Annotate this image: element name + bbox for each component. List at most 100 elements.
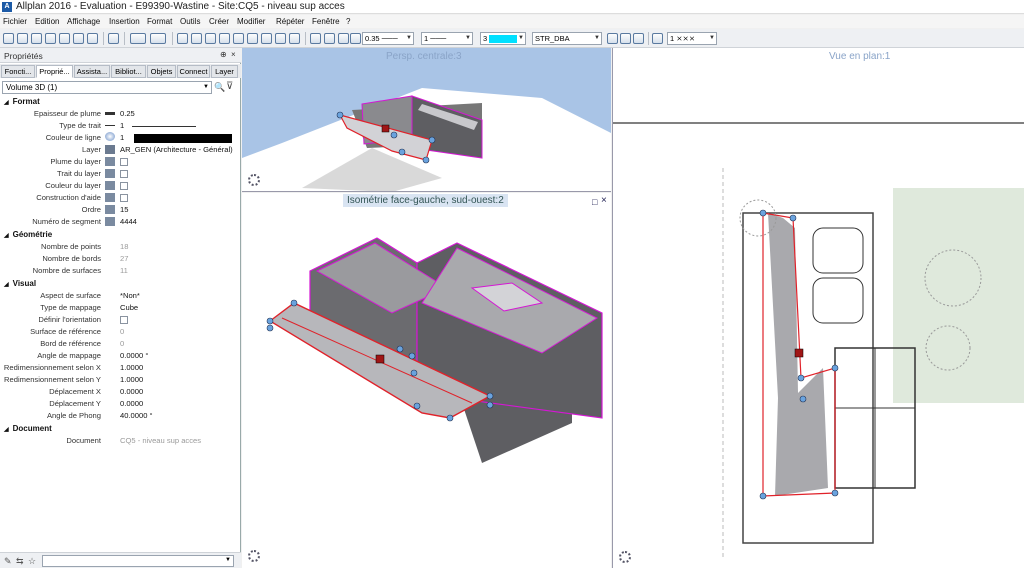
prop-value[interactable]: 0.0000 [120,387,143,396]
prop-value[interactable]: 1 [120,121,197,130]
prop-value[interactable]: 40.0000 ° [120,411,153,420]
layer-settings-icon[interactable] [607,33,618,44]
new-doc-icon[interactable] [3,33,14,44]
tab-bibliotheque[interactable]: Bibliot... [111,65,146,78]
eyedropper-icon[interactable]: ✎ [4,556,14,566]
grip-handle[interactable] [398,148,406,156]
color-icon[interactable] [350,33,361,44]
bottom-combo[interactable]: ▼ [42,555,234,567]
prop-value[interactable]: 1.0000 [120,363,143,372]
tab-objets[interactable]: Objets [147,65,176,78]
menu-format[interactable]: Format [147,17,172,26]
grip-handle[interactable] [266,324,274,332]
prop-value[interactable] [120,315,128,324]
prop-value[interactable] [120,169,128,178]
grip-handle[interactable] [422,156,430,164]
animation-icon[interactable] [275,33,286,44]
tab-layer[interactable]: Layer [211,65,238,78]
open-project-icon[interactable] [17,33,28,44]
menu-modifier[interactable]: Modifier [237,17,265,26]
grip-handle[interactable] [797,374,805,382]
prop-value[interactable]: AR_GEN (Architecture - Général) [120,145,233,154]
object-select[interactable]: Volume 3D (1) ▼ [2,81,212,94]
grip-handle[interactable] [428,136,436,144]
pin-icon[interactable]: ⊕ [220,50,227,59]
selection-center-handle[interactable] [794,348,804,358]
menu-repeter[interactable]: Répéter [276,17,304,26]
prop-value[interactable]: 15 [120,205,128,214]
prop-value[interactable]: 4444 [120,217,137,226]
lamp-off-icon[interactable] [633,33,644,44]
import-icon[interactable] [87,33,98,44]
section-visual[interactable]: ◢ Visual [4,279,36,288]
lamp-icon[interactable] [620,33,631,44]
linetype-icon[interactable] [338,33,349,44]
section-geometry[interactable]: ◢ Géométrie [4,230,52,239]
redo-icon[interactable] [150,33,166,44]
menu-outils[interactable]: Outils [180,17,200,26]
prop-value[interactable]: 1.0000 [120,375,143,384]
grip-handle[interactable] [446,414,454,422]
checkbox[interactable] [120,158,128,166]
grip-handle[interactable] [336,111,344,119]
navigation-icon[interactable] [619,551,631,563]
prop-value[interactable]: 0.25 [120,109,135,118]
viewport-perspective[interactable]: Persp. centrale:3 [242,48,611,192]
color-select[interactable]: 3 ▼ [480,32,526,45]
format-paint-icon[interactable] [310,33,321,44]
layer-sel-icon[interactable] [247,33,258,44]
grip-handle[interactable] [410,369,418,377]
grip-handle[interactable] [413,402,421,410]
favorite-icon[interactable]: ☆ [28,556,38,566]
print-icon[interactable] [108,33,119,44]
grip-handle[interactable] [789,214,797,222]
close-icon[interactable]: × [601,195,607,206]
maximize-icon[interactable]: □ [592,197,597,207]
model-icon[interactable] [289,33,300,44]
zoom-icon[interactable]: 🔍 [214,82,225,93]
line-type-select[interactable]: 1 ─── ▼ [421,32,473,45]
grip-handle[interactable] [831,364,839,372]
delete-icon[interactable] [219,33,230,44]
menu-affichage[interactable]: Affichage [67,17,100,26]
open-file-icon[interactable] [31,33,42,44]
undo-icon[interactable] [130,33,146,44]
dup-icon[interactable] [233,33,244,44]
pen-icon[interactable] [324,33,335,44]
prop-value[interactable] [120,157,128,166]
layout-icon[interactable] [45,33,56,44]
copy-icon[interactable] [191,33,202,44]
menu-creer[interactable]: Créer [209,17,229,26]
grip-handle[interactable] [759,209,767,217]
grip-handle[interactable] [799,395,807,403]
menu-insertion[interactable]: Insertion [109,17,140,26]
grip-handle[interactable] [486,401,494,409]
prop-value[interactable]: 0.0000 ° [120,351,148,360]
tab-connect[interactable]: Connect [177,65,210,78]
selection-center-handle[interactable] [381,124,390,133]
navigation-icon[interactable] [248,174,260,186]
selection-center-handle[interactable] [375,354,385,364]
viewport-isometric[interactable]: Isométrie face-gauche, sud-ouest:2 □ × [242,193,611,568]
close-icon[interactable]: × [231,50,236,59]
prop-value[interactable] [120,181,128,190]
cut-icon[interactable] [177,33,188,44]
tab-assistants[interactable]: Assista... [74,65,110,78]
paste-icon[interactable] [205,33,216,44]
filter-icon[interactable]: ⊽ [226,81,233,92]
cable-icon[interactable] [652,33,663,44]
viewport-plan[interactable]: Vue en plan:1 [612,48,1024,568]
section-format[interactable]: ◢ Format [4,97,40,106]
section-document[interactable]: ◢ Document [4,424,52,433]
grip-handle[interactable] [290,299,298,307]
grip-handle[interactable] [266,317,274,325]
layer-select[interactable]: STR_DBA ▼ [532,32,602,45]
prop-value[interactable]: 1 [120,133,233,143]
grip-handle[interactable] [759,492,767,500]
prop-value[interactable]: *Non* [120,291,140,300]
navigation-icon[interactable] [248,550,260,562]
menu-fenetre[interactable]: Fenêtre [312,17,340,26]
menu-edition[interactable]: Edition [35,17,59,26]
menu-fichier[interactable]: Fichier [3,17,27,26]
tab-fonctions[interactable]: Foncti... [1,65,35,78]
